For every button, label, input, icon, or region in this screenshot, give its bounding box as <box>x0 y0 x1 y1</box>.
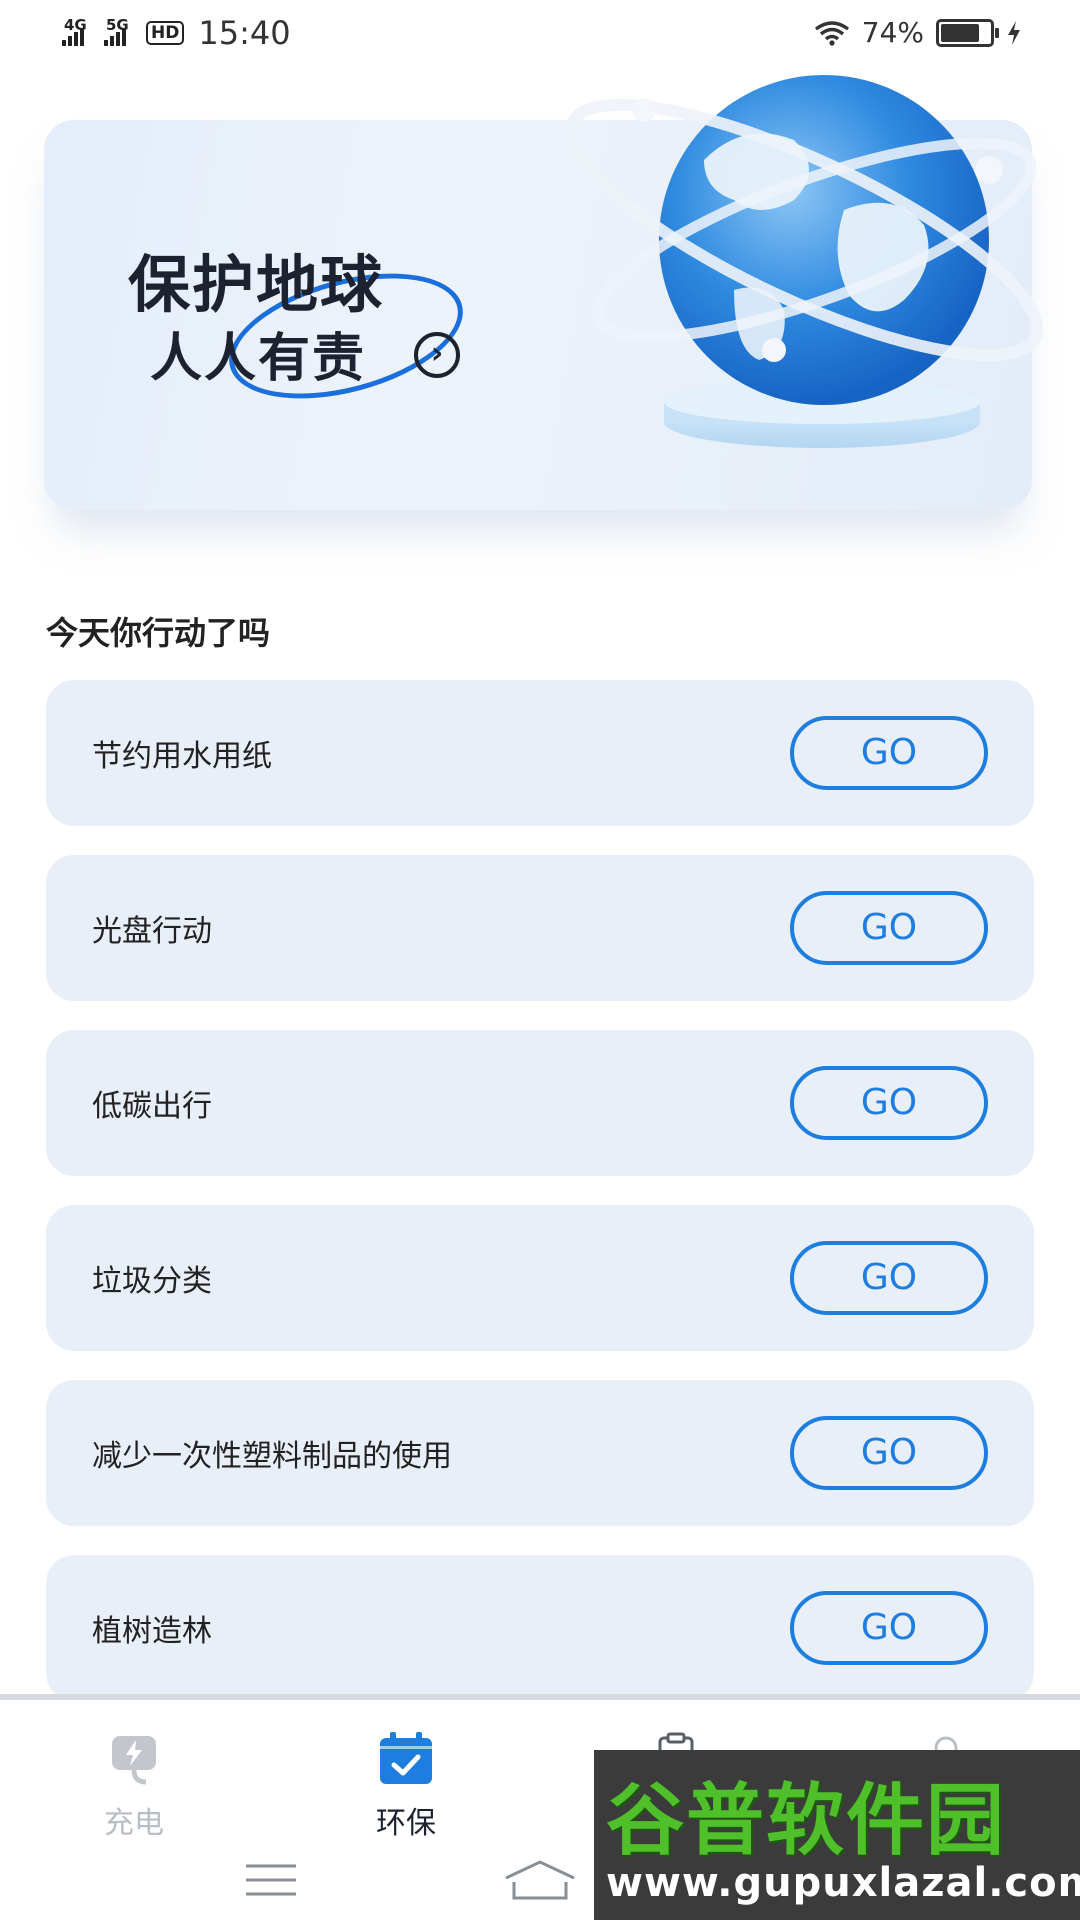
action-card[interactable]: 节约用水用纸 GO <box>46 680 1034 826</box>
tab-eco[interactable]: 环保 <box>326 1730 486 1842</box>
calendar-check-icon <box>380 1732 432 1784</box>
banner-title: 保护地球 <box>128 248 385 321</box>
go-button[interactable]: GO <box>790 1066 988 1140</box>
charging-icon <box>1008 20 1020 45</box>
section-title: 今天你行动了吗 <box>46 614 271 652</box>
hero-banner[interactable]: 保护地球 人人有责 › <box>44 75 1043 510</box>
action-label: 光盘行动 <box>92 914 212 949</box>
action-label: 节约用水用纸 <box>92 739 272 774</box>
go-button[interactable]: GO <box>790 716 988 790</box>
action-card[interactable]: 减少一次性塑料制品的使用 GO <box>46 1380 1034 1526</box>
menu-icon[interactable] <box>244 1862 298 1898</box>
watermark: 谷普软件园 www.gupuxlazal.com <box>594 1750 1080 1920</box>
action-label: 垃圾分类 <box>92 1264 212 1299</box>
action-label: 植树造林 <box>92 1614 212 1649</box>
banner-subtitle: 人人有责 <box>150 329 367 389</box>
home-icon[interactable] <box>504 1858 576 1902</box>
action-card[interactable]: 垃圾分类 GO <box>46 1205 1034 1351</box>
action-card[interactable]: 光盘行动 GO <box>46 855 1034 1001</box>
signal-4g-icon: 4G <box>62 16 96 46</box>
go-button[interactable]: GO <box>790 891 988 965</box>
action-card[interactable]: 低碳出行 GO <box>46 1030 1034 1176</box>
action-label: 减少一次性塑料制品的使用 <box>92 1439 452 1474</box>
globe-illustration <box>565 75 1043 448</box>
go-button[interactable]: GO <box>790 1591 988 1665</box>
status-time: 15:40 <box>198 14 291 52</box>
tab-label: 充电 <box>104 1806 164 1841</box>
go-button[interactable]: GO <box>790 1416 988 1490</box>
go-button[interactable]: GO <box>790 1241 988 1315</box>
watermark-title: 谷普软件园 <box>606 1776 1007 1866</box>
action-card[interactable]: 植树造林 GO <box>46 1555 1034 1701</box>
action-label: 低碳出行 <box>92 1089 212 1124</box>
watermark-url: www.gupuxlazal.com <box>606 1860 1080 1906</box>
hd-icon: HD <box>146 21 185 45</box>
battery-percent: 74% <box>861 16 924 49</box>
wifi-icon <box>814 20 849 46</box>
tab-label: 环保 <box>376 1806 436 1841</box>
arrow-right-icon[interactable]: › <box>414 332 460 378</box>
plug-icon <box>112 1736 156 1785</box>
signal-5g-icon: 5G <box>104 16 138 46</box>
tab-charge[interactable]: 充电 <box>54 1730 214 1842</box>
battery-icon <box>936 18 999 47</box>
